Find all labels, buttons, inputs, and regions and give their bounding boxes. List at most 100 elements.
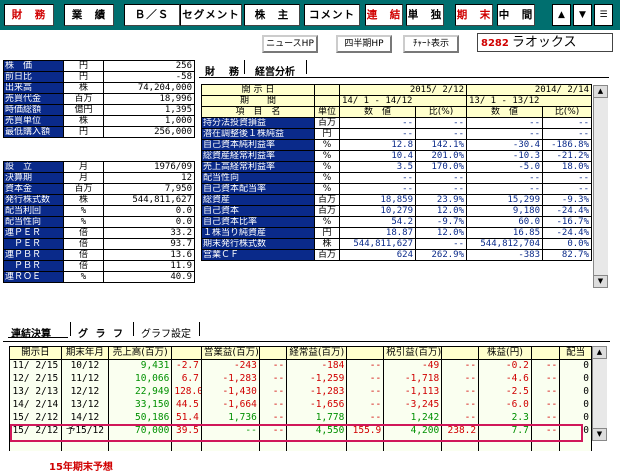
cell-ord_pct: -- [346, 359, 385, 373]
cell-date: 14/ 2/14 [9, 398, 62, 412]
bottom-scroll-up-icon[interactable]: ▲ [592, 346, 607, 359]
tab-panel-analysis[interactable]: 経営分析 [255, 63, 295, 78]
header-period: 期 間 [201, 95, 315, 107]
metric-value: 256 [103, 60, 195, 72]
column-header [441, 346, 480, 360]
metric-label: 連ＲＯＥ [3, 271, 64, 283]
financial-row: 持分法投資損益 百万 -- -- -- -- [201, 117, 592, 129]
tab-comment[interactable]: コメント [304, 4, 360, 26]
financial-row: 期末発行株式数株 544,811,627 -- 544,812,704 0.0% [201, 238, 592, 250]
header-value: 数 値 [339, 106, 416, 118]
bottom-scroll-down-icon[interactable]: ▼ [592, 428, 607, 441]
tab-industry[interactable]: 業 績 [64, 4, 114, 26]
cell-div: 0 [559, 398, 592, 412]
chart-show-button[interactable]: ﾁｬｰﾄ表示 [403, 35, 459, 53]
column-header: 営業益(百万) [200, 346, 260, 360]
tab-interim[interactable]: 中 間 [497, 4, 535, 26]
item-v2: -- [466, 128, 543, 140]
item-name: 営業ＣＦ [201, 249, 315, 261]
down-arrow-icon[interactable]: ▼ [573, 4, 592, 26]
item-v1: 18,859 [339, 194, 416, 206]
metric-row: 株 価円 256 [3, 60, 195, 72]
cell-net: -49 [383, 359, 443, 373]
header-period-2: 13/ 1 - 13/12 [466, 95, 592, 107]
news-hp-button[interactable]: ニュースHP [262, 35, 318, 53]
cell-eps: -6.0 [478, 398, 532, 412]
tab-panel-financial[interactable]: 財 務 [205, 63, 241, 78]
cell-date: 13/ 2/13 [9, 385, 62, 399]
item-unit: % [314, 161, 340, 173]
earnings-row: 11/ 2/15 10/12 9,431 -2.7 -243 -- -184 -- -49 -- -… [9, 359, 592, 373]
scrollbar[interactable] [593, 85, 608, 288]
menu-icon[interactable]: ☰ [594, 4, 613, 26]
cell-s_pct: 6.7 [171, 372, 202, 386]
empty-row [9, 437, 592, 451]
metric-value: 7,950 [103, 183, 195, 195]
tab-fiscal-end[interactable]: 期 末 [455, 4, 493, 26]
item-unit: 百万 [314, 249, 340, 261]
metric-unit: 百万 [63, 93, 104, 105]
bottom-scrollbar[interactable] [592, 346, 607, 441]
cell-net: -3,245 [383, 398, 443, 412]
tab-financial[interactable]: 財 務 [4, 4, 54, 26]
item-unit: % [314, 216, 340, 228]
item-unit: 百万 [314, 117, 340, 129]
metric-value: 12 [103, 172, 195, 184]
metric-label: 配当利回 [3, 205, 64, 217]
cell-div: 0 [559, 372, 592, 386]
financial-row: 総資産 百万 18,859 23.9% 15,299 -9.3% [201, 194, 592, 206]
metric-row: 出来高株 74,204,000 [3, 82, 195, 94]
cell-eps: -4.6 [478, 372, 532, 386]
tab-standalone[interactable]: 単 独 [406, 4, 444, 26]
item-v1: 544,811,627 [339, 238, 416, 250]
metric-unit: 百万 [63, 183, 104, 195]
cell-period: 10/12 [60, 359, 110, 373]
cell-div: 0 [559, 411, 592, 425]
quarter-hp-button[interactable]: 四半期HP [336, 35, 392, 53]
empty-cell [286, 437, 348, 451]
tab-shareholder[interactable]: 株 主 [244, 4, 300, 26]
tab-divider [244, 60, 245, 74]
item-name: 配当性向 [201, 172, 315, 184]
item-v1: 54.2 [339, 216, 416, 228]
metric-value: 1,395 [103, 104, 195, 116]
metric-unit: 円 [63, 71, 104, 83]
tab-divider [199, 322, 200, 336]
cell-ord_pct: -- [346, 385, 385, 399]
cell-sales: 10,066 [108, 372, 173, 386]
tab-bottom-graph-settings[interactable]: グラフ設定 [141, 325, 191, 340]
metric-unit: % [63, 216, 104, 228]
cell-op_pct: -- [258, 372, 288, 386]
cell-sales: 50,186 [108, 411, 173, 425]
scroll-down-icon[interactable]: ▼ [593, 275, 608, 288]
item-r2: -- [542, 117, 592, 129]
header-period-1: 14/ 1 - 14/12 [339, 95, 467, 107]
cell-s_pct: 39.5 [171, 424, 202, 438]
metric-unit: 円 [63, 126, 104, 138]
metric-row: 前日比円 -58 [3, 71, 195, 83]
tab-consolidated[interactable]: 連 結 [365, 4, 403, 26]
scroll-up-icon[interactable]: ▲ [593, 85, 608, 98]
metric-label: 配当性向 [3, 216, 64, 228]
tab-segment[interactable]: セグメント [180, 4, 242, 26]
item-v1: -- [339, 128, 416, 140]
metric-value: 18,996 [103, 93, 195, 105]
cell-eps_pct: -- [530, 424, 561, 438]
metric-unit: 月 [63, 172, 104, 184]
metric-value: 1,000 [103, 115, 195, 127]
up-arrow-icon[interactable]: ▲ [552, 4, 571, 26]
metric-unit: % [63, 205, 104, 217]
cell-ord: -184 [286, 359, 348, 373]
cell-sales: 70,000 [108, 424, 173, 438]
tab-bottom-graph[interactable]: グ ラ フ [78, 325, 125, 340]
company-field[interactable]: 8282 ラオックス [477, 33, 613, 52]
financial-table: 開 示 日 2015/ 2/12 2014/ 2/14 期 間 14/ 1 - 14/… [201, 84, 592, 261]
item-r2: -24.4% [542, 227, 592, 239]
cell-date: 15/ 2/12 [9, 424, 62, 438]
item-r2: -- [542, 128, 592, 140]
metric-label: 決算期 [3, 172, 64, 184]
cell-s_pct: 44.5 [171, 398, 202, 412]
cell-op: -1,283 [200, 372, 260, 386]
tab-bs[interactable]: Ｂ／Ｓ [124, 4, 180, 26]
metric-unit: 株 [63, 82, 104, 94]
